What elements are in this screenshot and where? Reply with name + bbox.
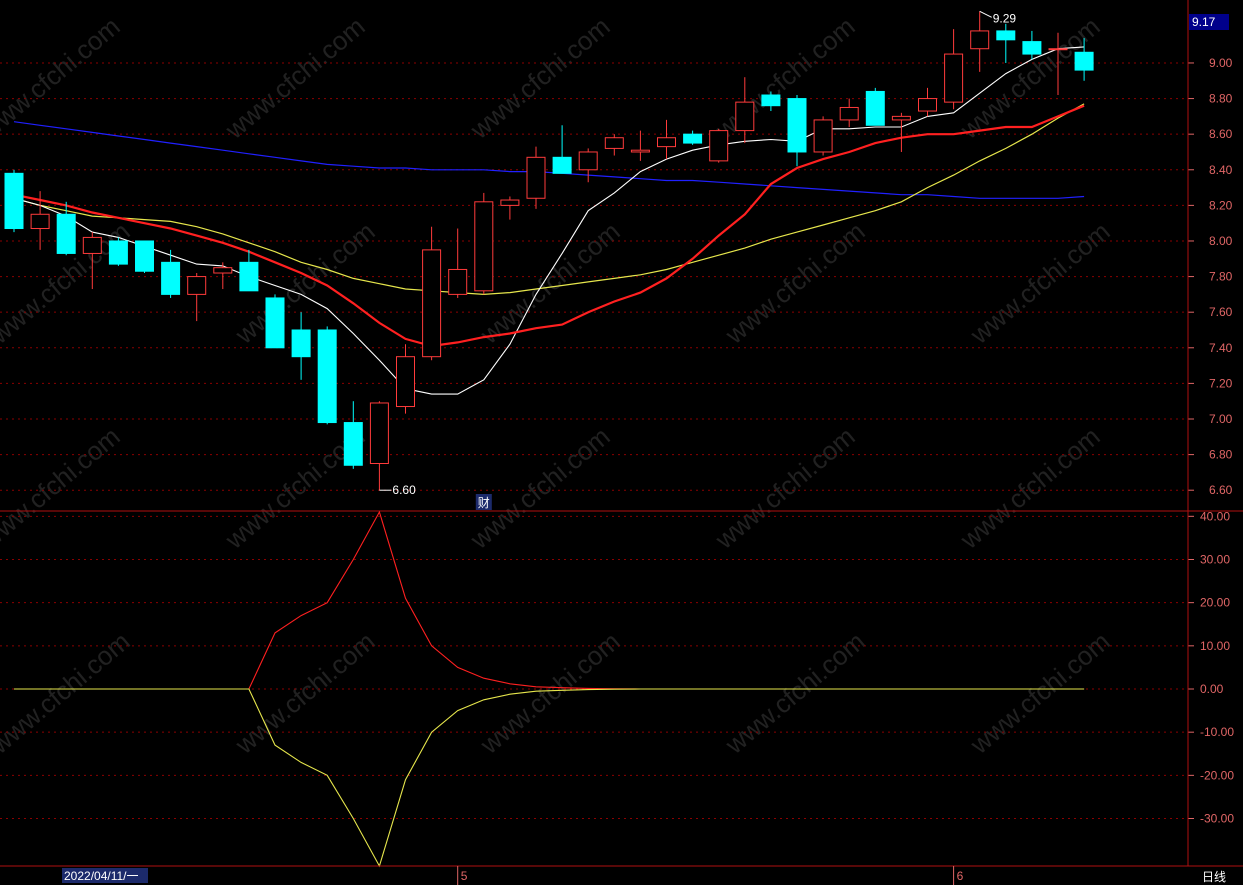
candle-body[interactable] — [709, 130, 729, 162]
candle-body[interactable] — [422, 249, 442, 358]
price-tick-label: 7.40 — [1209, 341, 1233, 355]
osc-tick-label: 0.00 — [1200, 682, 1224, 696]
osc-tick-label: 40.00 — [1200, 509, 1230, 523]
candle-body[interactable] — [474, 201, 494, 292]
candle-body[interactable] — [604, 137, 624, 149]
chart-background — [0, 0, 1243, 885]
candle-body[interactable] — [735, 101, 755, 132]
candle-body[interactable] — [578, 151, 598, 171]
current-price-label: 9.17 — [1192, 15, 1216, 29]
candle-body[interactable] — [30, 213, 50, 230]
candle-body[interactable] — [369, 402, 389, 464]
candle[interactable] — [474, 192, 494, 295]
candle-body[interactable] — [239, 261, 259, 292]
candle-body[interactable] — [813, 119, 833, 153]
candle-body[interactable] — [1074, 51, 1094, 71]
candle-body[interactable] — [944, 53, 964, 103]
candle-body[interactable] — [630, 149, 650, 153]
candle-body[interactable] — [891, 115, 911, 121]
start-date-label: 2022/04/11/一 — [64, 869, 139, 883]
candle-body[interactable] — [396, 356, 415, 408]
candle[interactable] — [108, 237, 128, 266]
osc-tick-label: 20.00 — [1200, 596, 1230, 610]
price-tick-label: 8.20 — [1209, 198, 1233, 212]
price-tick-label: 6.80 — [1209, 448, 1233, 462]
candle-body[interactable] — [787, 98, 807, 153]
candle-body[interactable] — [265, 297, 285, 349]
price-tick-label: 8.60 — [1209, 127, 1233, 141]
price-tick-label: 7.00 — [1209, 412, 1233, 426]
candle-body[interactable] — [213, 267, 233, 274]
candle-body[interactable] — [82, 236, 102, 254]
candle[interactable] — [265, 294, 285, 349]
candle[interactable] — [135, 240, 154, 274]
candle-body[interactable] — [1022, 41, 1042, 55]
month-label: 5 — [461, 869, 468, 883]
candle-body[interactable] — [317, 329, 337, 424]
candle-body[interactable] — [761, 94, 781, 107]
osc-tick-label: -30.00 — [1200, 812, 1234, 826]
price-tick-label: 8.80 — [1209, 92, 1233, 106]
candle-body[interactable] — [343, 422, 363, 466]
candle[interactable] — [813, 116, 833, 156]
price-tick-label: 7.80 — [1209, 270, 1233, 284]
candle[interactable] — [709, 128, 729, 163]
candle-body[interactable] — [657, 137, 676, 148]
candle[interactable] — [4, 169, 24, 233]
candle[interactable] — [865, 87, 885, 126]
candle[interactable] — [317, 326, 337, 425]
osc-tick-label: 10.00 — [1200, 639, 1230, 653]
candle-body[interactable] — [135, 240, 154, 272]
stock-chart[interactable]: www.cfchi.com www.cfchi.com www.cfchi.com w… — [0, 0, 1243, 885]
candle-body[interactable] — [865, 90, 885, 126]
price-tick-label: 7.20 — [1209, 376, 1233, 390]
finance-marker[interactable]: 财 — [475, 494, 492, 510]
candle-body[interactable] — [4, 172, 24, 230]
osc-tick-label: -10.00 — [1200, 725, 1234, 739]
candle-body[interactable] — [839, 106, 859, 121]
price-tick-label: 8.40 — [1209, 163, 1233, 177]
price-tick-label: 7.60 — [1209, 305, 1233, 319]
osc-tick-label: -20.00 — [1200, 768, 1234, 782]
price-tick-label: 8.00 — [1209, 234, 1233, 248]
finance-marker-label[interactable]: 财 — [478, 496, 490, 510]
candle-body[interactable] — [56, 213, 76, 254]
month-label: 6 — [957, 869, 964, 883]
candle-body[interactable] — [448, 268, 468, 295]
candle-body[interactable] — [526, 156, 546, 199]
high-price-label: 9.29 — [993, 11, 1017, 25]
candle-body[interactable] — [1048, 48, 1068, 51]
candle-body[interactable] — [552, 156, 572, 174]
price-tick-label: 6.60 — [1209, 483, 1233, 497]
current-price-tag: 9.17 — [1189, 14, 1229, 30]
osc-tick-label: 30.00 — [1200, 552, 1230, 566]
candle-body[interactable] — [187, 276, 207, 295]
candle-body[interactable] — [161, 261, 181, 295]
candle-body[interactable] — [108, 240, 128, 265]
low-price-label: 6.60 — [392, 483, 416, 497]
candle-body[interactable] — [500, 199, 520, 206]
price-tick-label: 9.00 — [1209, 56, 1233, 70]
candle-body[interactable] — [291, 329, 311, 358]
candle-body[interactable] — [683, 133, 703, 144]
candle-body[interactable] — [996, 30, 1016, 41]
candle-body[interactable] — [970, 30, 990, 50]
period-label[interactable]: 日线 — [1202, 870, 1226, 884]
candle-body[interactable] — [918, 98, 937, 112]
